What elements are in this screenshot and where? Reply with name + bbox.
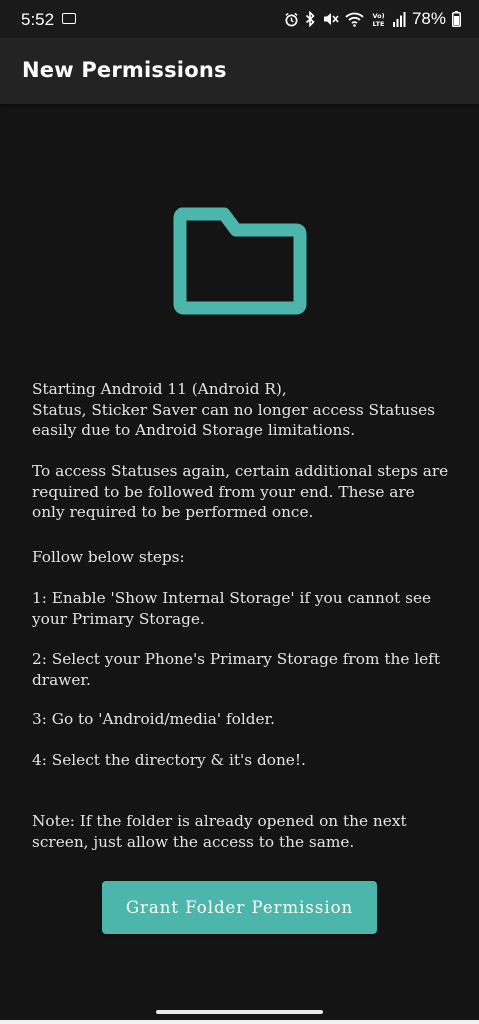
svg-text:LTE: LTE bbox=[372, 20, 384, 28]
steps-heading: Follow below steps: bbox=[32, 548, 185, 566]
step-4: 4: Select the directory & it's done!. bbox=[32, 751, 306, 769]
bluetooth-icon bbox=[305, 11, 315, 27]
mute-icon bbox=[323, 13, 339, 25]
wifi-icon bbox=[345, 12, 364, 27]
intro-line-1: Starting Android 11 (Android R), bbox=[32, 380, 287, 398]
svg-text:Vo): Vo) bbox=[372, 12, 384, 20]
intro-paragraph: Starting Android 11 (Android R), Status,… bbox=[32, 379, 452, 441]
status-time: 5:52 bbox=[21, 10, 55, 29]
navigation-bar bbox=[0, 996, 479, 1024]
page-title: New Permissions bbox=[22, 58, 227, 82]
phone-screen: 5:52 Vo) LTE 78% New Permissions Startin… bbox=[0, 0, 479, 1024]
alarm-icon bbox=[285, 12, 298, 26]
status-icons: Vo) LTE 78% bbox=[284, 9, 461, 29]
signal-icon bbox=[392, 11, 406, 27]
step-3: 3: Go to 'Android/media' folder. bbox=[32, 710, 276, 728]
home-gesture-handle[interactable] bbox=[156, 1010, 323, 1014]
access-paragraph: To access Statuses again, certain additi… bbox=[32, 462, 449, 521]
volte-icon: Vo) LTE bbox=[372, 12, 384, 28]
battery-icon bbox=[452, 11, 461, 27]
screenshot-icon bbox=[62, 13, 76, 24]
intro-line-2: Status, Sticker Saver can no longer acce… bbox=[32, 400, 436, 440]
battery-percent: 78% bbox=[411, 9, 446, 28]
status-bar: 5:52 Vo) LTE 78% bbox=[0, 0, 479, 38]
note-paragraph: Note: If the folder is already opened on… bbox=[32, 812, 407, 851]
folder-icon bbox=[173, 207, 307, 315]
step-1: 1: Enable 'Show Internal Storage' if you… bbox=[32, 589, 432, 628]
app-bar: New Permissions bbox=[0, 38, 479, 104]
step-2: 2: Select your Phone's Primary Storage f… bbox=[32, 650, 440, 689]
grant-folder-permission-button[interactable]: Grant Folder Permission bbox=[102, 881, 377, 934]
